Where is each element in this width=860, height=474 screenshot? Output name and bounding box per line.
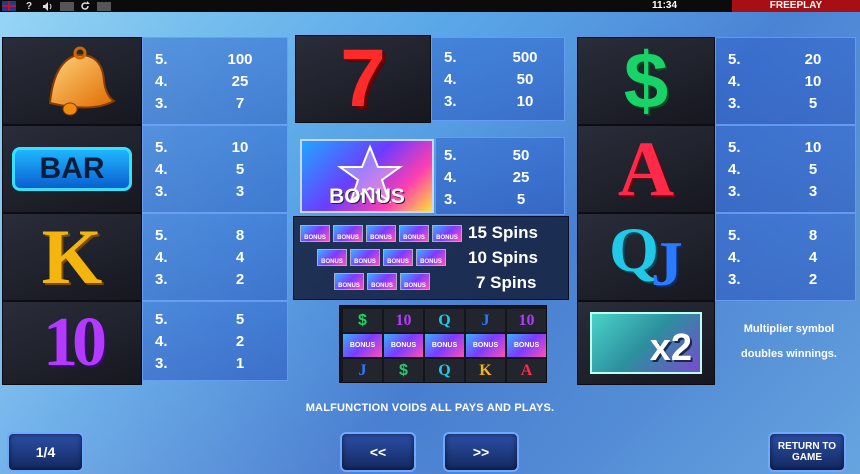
qj-symbol: Q J [577, 213, 715, 301]
grid-cell-bonus: BONUS [466, 334, 505, 357]
free-spins-table: BONUS BONUS BONUS BONUS BONUS BONUS BONU… [293, 216, 569, 300]
dollar-symbol: $ [577, 37, 715, 125]
grid-cell: 10 [384, 309, 423, 332]
grid-cell: Q [425, 309, 464, 332]
next-page-button[interactable]: >> [443, 432, 519, 472]
a-label: A [617, 125, 675, 212]
grid-cell: J [466, 309, 505, 332]
grid-cell: J [343, 359, 382, 382]
malfunction-disclaimer: MALFUNCTION VOIDS ALL PAYS AND PLAYS. [305, 402, 555, 414]
settings-icon[interactable] [60, 1, 74, 11]
grid-cell-bonus: BONUS [343, 334, 382, 357]
bell-payout-panel: 5. 100 4. 25 3. 7 [142, 37, 288, 125]
multiplier-badge: x2 [590, 312, 702, 374]
example-win-grid: $ 10 Q J 10 BONUS BONUS BONUS BONUS BONU… [339, 305, 547, 383]
mini-bonus-icon: BONUS [350, 249, 380, 266]
a-symbol: A [577, 125, 715, 213]
spins-label: 15 Spins [468, 223, 538, 242]
bonus-payout-panel: 5. 50 4. 25 3. 5 [435, 137, 565, 215]
reload-icon[interactable] [77, 0, 93, 12]
page-indicator-button[interactable]: 1/4 [7, 432, 84, 472]
grid-cell-bonus: BONUS [507, 334, 546, 357]
status-bar: ? [0, 0, 860, 12]
multiplier-description: Multiplier symbol doubles winnings. [741, 323, 837, 360]
bar-payout-panel: 5. 10 4. 5 3. 3 [142, 125, 288, 213]
bar-symbol: BAR [2, 125, 142, 213]
bar-label: BAR [12, 147, 132, 191]
seven-symbol: 7 [295, 35, 431, 123]
mini-bonus-icon: BONUS [334, 273, 364, 290]
dollar-payout-panel: 5. 20 4. 10 3. 5 [715, 37, 856, 125]
bonus-symbol: BONUS [300, 139, 434, 213]
multiplier-label: x2 [649, 327, 692, 369]
bonus-label: BONUS [329, 185, 405, 208]
ten-payout-panel: 5. 5 4. 2 3. 1 [142, 301, 288, 381]
grid-cell-bonus: BONUS [384, 334, 423, 357]
grid-cell: $ [384, 359, 423, 382]
qj-payout-panel: 5. 8 4. 4 3. 2 [715, 213, 856, 301]
clock: 11:34 [652, 0, 678, 11]
mini-bonus-icon: BONUS [399, 225, 429, 242]
seven-label: 7 [340, 35, 386, 123]
grid-cell: K [466, 359, 505, 382]
sound-icon[interactable] [40, 0, 56, 12]
grid-cell: Q [425, 359, 464, 382]
k-symbol: K [2, 213, 142, 301]
seven-payout-panel: 5. 500 4. 50 3. 10 [431, 37, 565, 121]
mini-bonus-icon: BONUS [300, 225, 330, 242]
spins-label: 10 Spins [468, 248, 538, 267]
ten-label: 10 [43, 304, 107, 381]
a-payout-panel: 5. 10 4. 5 3. 3 [715, 125, 856, 213]
mini-bonus-icon: BONUS [383, 249, 413, 266]
grid-cell: $ [343, 309, 382, 332]
dollar-label: $ [623, 37, 669, 125]
mini-bonus-icon: BONUS [366, 225, 396, 242]
mini-bonus-icon: BONUS [317, 249, 347, 266]
grid-cell: A [507, 359, 546, 382]
mini-bonus-icon: BONUS [416, 249, 446, 266]
grid-cell-bonus: BONUS [425, 334, 464, 357]
ten-symbol: 10 [2, 301, 142, 385]
spins-label: 7 Spins [476, 273, 537, 292]
mini-bonus-icon: BONUS [333, 225, 363, 242]
k-payout-panel: 5. 8 4. 4 3. 2 [142, 213, 288, 301]
help-icon[interactable]: ? [21, 0, 37, 12]
k-label: K [41, 213, 103, 300]
mini-bonus-icon: BONUS [400, 273, 430, 290]
fullscreen-icon[interactable] [97, 1, 111, 11]
freeplay-badge: FREEPLAY [732, 0, 860, 12]
return-to-game-button[interactable]: RETURN TO GAME [768, 432, 846, 472]
bell-symbol [2, 37, 142, 125]
bell-icon [48, 46, 116, 116]
mini-bonus-icon: BONUS [367, 273, 397, 290]
mini-bonus-icon: BONUS [432, 225, 462, 242]
grid-cell: 10 [507, 309, 546, 332]
j-label: J [650, 228, 683, 299]
language-flag-icon[interactable] [2, 1, 16, 11]
multiplier-symbol: x2 [577, 301, 715, 385]
previous-page-button[interactable]: << [340, 432, 416, 472]
